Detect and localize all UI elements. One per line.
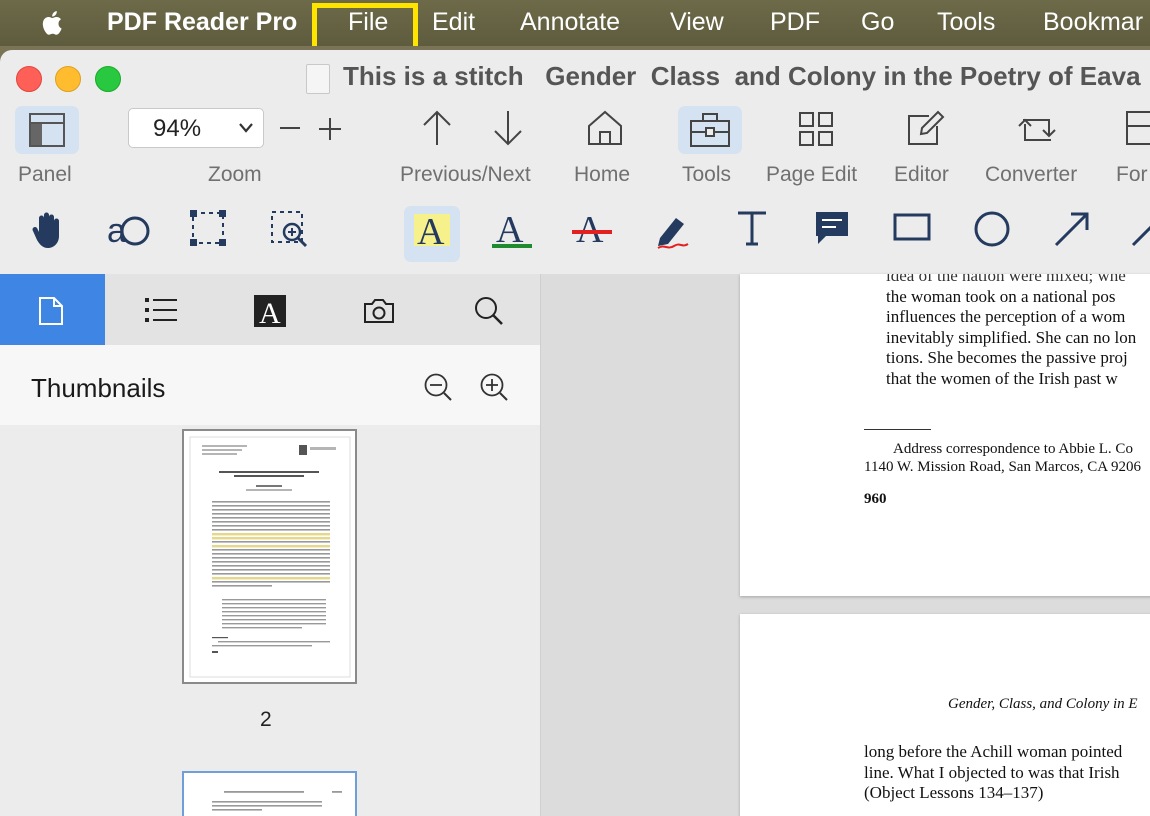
area-select-tool-icon[interactable] [190,210,226,246]
panel-icon[interactable] [29,113,65,147]
editor-label: Editor [894,163,949,186]
menu-edit[interactable]: Edit [432,8,475,37]
page-thumbnail-preview [189,436,351,678]
menu-tools[interactable]: Tools [937,8,995,37]
page-edit-label: Page Edit [766,163,858,186]
svg-text:A: A [417,211,445,250]
menu-app-name[interactable]: PDF Reader Pro [107,8,297,37]
zoom-select[interactable]: 94% [128,108,264,148]
page-text-line: long before the Achill woman pointed [864,742,1123,761]
window-maximize-button[interactable] [95,66,121,92]
home-label: Home [574,163,631,186]
briefcase-icon[interactable] [690,113,730,147]
menu-bar: PDF Reader Pro File Edit Annotate View P… [0,0,1150,46]
page-text-line: influences the perception of a wom [886,307,1126,326]
highlight-tool-icon[interactable]: A [412,210,452,250]
converter-label: Converter [985,163,1078,186]
document-icon [306,64,330,94]
zoom-in-button[interactable] [319,118,341,140]
page-edit-icon[interactable] [799,112,833,146]
search-icon [475,297,503,325]
window-close-button[interactable] [16,66,42,92]
form-icon[interactable] [1125,110,1150,146]
annotation-list-icon: A [254,295,286,327]
document-view[interactable]: idea of the nation were mixed; whe the w… [541,274,1150,816]
panel-label: Panel [18,163,72,186]
freehand-tool-icon[interactable] [654,210,694,250]
zoom-out-button[interactable] [280,118,300,138]
arrow-tool-icon[interactable] [1053,210,1091,248]
menu-pdf[interactable]: PDF [770,8,820,37]
zoom-label: Zoom [208,163,262,186]
zoom-value: 94% [153,115,202,142]
tab-thumbnails[interactable] [0,274,105,345]
text-tool-icon[interactable] [736,210,768,246]
page-thumbnail[interactable] [182,429,357,684]
footnote-rule [864,429,931,430]
zoom-select-tool-icon[interactable] [270,210,308,248]
footnote-text: 1140 W. Mission Road, San Marcos, CA 920… [864,459,1141,475]
page-text-line: inevitably simplified. She can no lon [886,328,1137,347]
page-text-line: idea of the nation were mixed; whe [886,274,1126,285]
text-select-tool-icon[interactable]: a [107,210,151,250]
tab-search[interactable] [420,274,525,345]
app-window: This is a stitch Gender Class and Colony… [0,50,1150,816]
page-text-line: tions. She becomes the passive proj [886,348,1128,367]
page-text-line: line. What I objected to was that Irish [864,763,1120,782]
page-text-line: (Object Lessons 134–137) [864,783,1044,802]
page-thumbnail-preview-next [212,791,342,811]
tab-snapshot[interactable] [315,274,420,345]
line-tool-icon[interactable] [1130,210,1150,248]
document-page-next[interactable]: Gender, Class, and Colony in E long befo… [740,614,1150,816]
menu-go[interactable]: Go [861,8,894,37]
tools-label: Tools [682,163,732,186]
tab-annotations[interactable]: A [210,274,315,345]
circle-tool-icon[interactable] [973,210,1011,248]
document-page[interactable]: idea of the nation were mixed; whe the w… [740,274,1150,596]
thumbnail-page-number: 2 [260,708,272,731]
sidebar: A Thumbnails 2 [0,274,540,816]
footnote-text: Address correspondence to Abbie L. Co [893,441,1133,457]
menu-bookmark[interactable]: Bookmar [1043,8,1143,37]
home-icon[interactable] [587,110,623,146]
editor-icon[interactable] [907,110,945,146]
converter-icon[interactable] [1017,110,1057,146]
thumbnail-zoom-in-icon[interactable] [480,373,508,401]
page-thumbnail-next[interactable] [182,771,357,816]
next-page-button[interactable] [493,110,523,146]
apple-logo-icon[interactable] [38,8,68,38]
camera-icon [364,299,394,323]
chevron-down-icon [239,123,253,133]
strikethrough-tool-icon[interactable]: A [570,210,614,250]
window-title: This is a stitch Gender Class and Colony… [343,61,1141,91]
svg-text:A: A [259,297,281,327]
form-label: For [1116,163,1148,186]
tab-outline[interactable] [105,274,210,345]
hand-tool-icon[interactable] [30,210,66,250]
thumbnails-title: Thumbnails [31,373,166,403]
underline-tool-icon[interactable]: A [490,210,534,250]
rectangle-tool-icon[interactable] [893,210,931,242]
note-tool-icon[interactable] [814,210,850,246]
thumbnails-header: Thumbnails [0,345,540,425]
thumbnails-list[interactable]: 2 [0,425,540,816]
running-header: Gender, Class, and Colony in E [948,696,1138,712]
menu-view[interactable]: View [670,8,724,37]
sidebar-tabs: A [0,274,540,345]
page-text-line: that the women of the Irish past w [886,369,1118,388]
list-icon [145,298,177,322]
page-number: 960 [864,491,887,507]
page-text-line: the woman took on a national pos [886,287,1116,306]
page-icon [39,297,63,325]
file-menu-highlight [312,3,418,46]
previous-page-button[interactable] [422,110,452,146]
prevnext-label: Previous/Next [400,163,531,186]
thumbnail-zoom-out-icon[interactable] [424,373,452,401]
menu-annotate[interactable]: Annotate [520,8,620,37]
window-minimize-button[interactable] [55,66,81,92]
